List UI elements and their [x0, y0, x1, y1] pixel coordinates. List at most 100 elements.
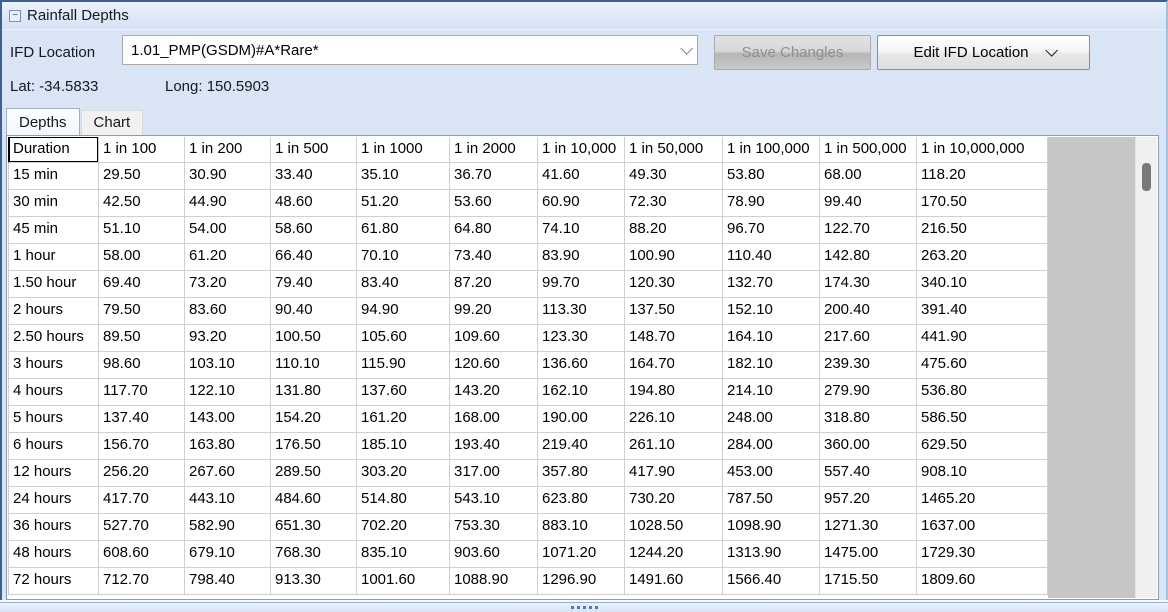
value-cell[interactable]: 110.10 [271, 352, 357, 379]
column-header[interactable]: 1 in 10,000 [538, 137, 625, 163]
duration-cell[interactable]: 12 hours [8, 460, 99, 487]
value-cell[interactable]: 60.90 [538, 190, 625, 217]
value-cell[interactable]: 94.90 [357, 298, 450, 325]
horizontal-splitter[interactable] [0, 602, 1168, 612]
scrollbar-thumb[interactable] [1142, 163, 1151, 191]
value-cell[interactable]: 256.20 [99, 460, 185, 487]
value-cell[interactable]: 200.40 [820, 298, 917, 325]
value-cell[interactable]: 123.30 [538, 325, 625, 352]
edit-ifd-location-button[interactable]: Edit IFD Location [877, 35, 1090, 70]
value-cell[interactable]: 96.70 [723, 217, 820, 244]
duration-cell[interactable]: 30 min [8, 190, 99, 217]
value-cell[interactable]: 289.50 [271, 460, 357, 487]
value-cell[interactable]: 182.10 [723, 352, 820, 379]
column-header[interactable]: 1 in 10,000,000 [917, 137, 1048, 163]
value-cell[interactable]: 99.40 [820, 190, 917, 217]
value-cell[interactable]: 61.80 [357, 217, 450, 244]
value-cell[interactable]: 168.00 [450, 406, 538, 433]
value-cell[interactable]: 66.40 [271, 244, 357, 271]
value-cell[interactable]: 1088.90 [450, 568, 538, 595]
save-changes-button[interactable]: Save Changles [714, 35, 871, 70]
duration-cell[interactable]: 24 hours [8, 487, 99, 514]
collapse-panel-icon[interactable]: − [9, 10, 21, 22]
value-cell[interactable]: 217.60 [820, 325, 917, 352]
value-cell[interactable]: 1271.30 [820, 514, 917, 541]
value-cell[interactable]: 73.40 [450, 244, 538, 271]
value-cell[interactable]: 484.60 [271, 487, 357, 514]
value-cell[interactable]: 1566.40 [723, 568, 820, 595]
value-cell[interactable]: 1098.90 [723, 514, 820, 541]
value-cell[interactable]: 93.20 [185, 325, 271, 352]
column-header[interactable]: 1 in 500 [271, 137, 357, 163]
value-cell[interactable]: 162.10 [538, 379, 625, 406]
value-cell[interactable]: 131.80 [271, 379, 357, 406]
value-cell[interactable]: 118.20 [917, 163, 1048, 190]
value-cell[interactable]: 117.70 [99, 379, 185, 406]
column-header[interactable]: 1 in 500,000 [820, 137, 917, 163]
value-cell[interactable]: 417.90 [625, 460, 723, 487]
value-cell[interactable]: 161.20 [357, 406, 450, 433]
value-cell[interactable]: 53.80 [723, 163, 820, 190]
value-cell[interactable]: 913.30 [271, 568, 357, 595]
value-cell[interactable]: 194.80 [625, 379, 723, 406]
value-cell[interactable]: 475.60 [917, 352, 1048, 379]
value-cell[interactable]: 58.00 [99, 244, 185, 271]
duration-cell[interactable]: 72 hours [8, 568, 99, 595]
value-cell[interactable]: 679.10 [185, 541, 271, 568]
value-cell[interactable]: 58.60 [271, 217, 357, 244]
value-cell[interactable]: 284.00 [723, 433, 820, 460]
value-cell[interactable]: 122.10 [185, 379, 271, 406]
value-cell[interactable]: 1465.20 [917, 487, 1048, 514]
value-cell[interactable]: 36.70 [450, 163, 538, 190]
value-cell[interactable]: 42.50 [99, 190, 185, 217]
value-cell[interactable]: 1475.00 [820, 541, 917, 568]
value-cell[interactable]: 267.60 [185, 460, 271, 487]
value-cell[interactable]: 109.60 [450, 325, 538, 352]
value-cell[interactable]: 100.50 [271, 325, 357, 352]
value-cell[interactable]: 340.10 [917, 271, 1048, 298]
value-cell[interactable]: 83.60 [185, 298, 271, 325]
value-cell[interactable]: 712.70 [99, 568, 185, 595]
duration-cell[interactable]: 36 hours [8, 514, 99, 541]
value-cell[interactable]: 239.30 [820, 352, 917, 379]
value-cell[interactable]: 453.00 [723, 460, 820, 487]
value-cell[interactable]: 193.40 [450, 433, 538, 460]
value-cell[interactable]: 136.60 [538, 352, 625, 379]
value-cell[interactable]: 536.80 [917, 379, 1048, 406]
value-cell[interactable]: 137.40 [99, 406, 185, 433]
value-cell[interactable]: 582.90 [185, 514, 271, 541]
value-cell[interactable]: 90.40 [271, 298, 357, 325]
value-cell[interactable]: 53.60 [450, 190, 538, 217]
tab-depths[interactable]: Depths [6, 108, 80, 135]
value-cell[interactable]: 1715.50 [820, 568, 917, 595]
duration-cell[interactable]: 2.50 hours [8, 325, 99, 352]
value-cell[interactable]: 120.60 [450, 352, 538, 379]
column-header[interactable]: 1 in 100,000 [723, 137, 820, 163]
value-cell[interactable]: 357.80 [538, 460, 625, 487]
value-cell[interactable]: 72.30 [625, 190, 723, 217]
value-cell[interactable]: 148.70 [625, 325, 723, 352]
value-cell[interactable]: 443.10 [185, 487, 271, 514]
value-cell[interactable]: 51.20 [357, 190, 450, 217]
value-cell[interactable]: 303.20 [357, 460, 450, 487]
value-cell[interactable]: 1313.90 [723, 541, 820, 568]
value-cell[interactable]: 98.60 [99, 352, 185, 379]
value-cell[interactable]: 883.10 [538, 514, 625, 541]
duration-cell[interactable]: 4 hours [8, 379, 99, 406]
duration-cell[interactable]: 1.50 hour [8, 271, 99, 298]
value-cell[interactable]: 1637.00 [917, 514, 1048, 541]
value-cell[interactable]: 115.90 [357, 352, 450, 379]
value-cell[interactable]: 1296.90 [538, 568, 625, 595]
value-cell[interactable]: 29.50 [99, 163, 185, 190]
value-cell[interactable]: 623.80 [538, 487, 625, 514]
value-cell[interactable]: 190.00 [538, 406, 625, 433]
value-cell[interactable]: 113.30 [538, 298, 625, 325]
value-cell[interactable]: 61.20 [185, 244, 271, 271]
value-cell[interactable]: 54.00 [185, 217, 271, 244]
value-cell[interactable]: 137.60 [357, 379, 450, 406]
value-cell[interactable]: 219.40 [538, 433, 625, 460]
value-cell[interactable]: 74.10 [538, 217, 625, 244]
value-cell[interactable]: 957.20 [820, 487, 917, 514]
value-cell[interactable]: 83.40 [357, 271, 450, 298]
value-cell[interactable]: 152.10 [723, 298, 820, 325]
